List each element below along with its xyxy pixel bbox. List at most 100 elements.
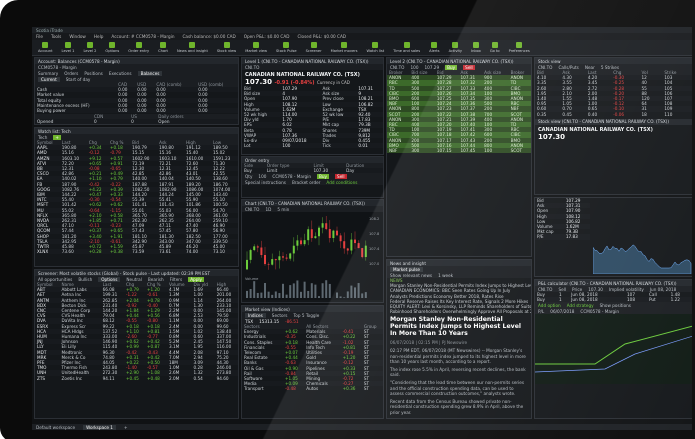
level2-buy-button[interactable]: Buy — [445, 64, 458, 70]
candlestick-chart[interactable]: 108.2 107.8 107.4 107.0 Volume — [242, 212, 383, 300]
toolbar-button-stock-pulse[interactable]: Stock Pulse — [276, 42, 297, 53]
options-filter-1[interactable]: Near — [585, 65, 595, 70]
toolbar-button-screener[interactable]: Screener — [306, 42, 322, 53]
level2-qty-input[interactable]: 100 — [410, 65, 418, 70]
tab-account-3[interactable]: Executions — [109, 71, 132, 76]
toolbar-button-activity[interactable]: Activity — [449, 42, 462, 53]
candle-body — [332, 230, 335, 239]
toolbar-button-news-and-insight[interactable]: News and insight — [177, 42, 208, 53]
tab-screener-3[interactable]: Neutral — [126, 277, 141, 282]
toolbar-button-options[interactable]: Options — [105, 42, 119, 53]
level2-symbol-input[interactable]: CNI.TO — [390, 65, 404, 70]
toolbar-button-market-movers[interactable]: Market movers — [331, 42, 358, 53]
tab-balance-1[interactable]: Start of day — [66, 77, 91, 82]
calc-field-4[interactable]: Jun 08, 2018 — [650, 287, 677, 292]
news-search-input[interactable]: Show relevant news — [390, 273, 432, 278]
toolbar-button-account[interactable]: Account — [38, 42, 53, 53]
table-row[interactable]: Transport -0.48 Autos +0.36 ST — [242, 386, 383, 391]
volume-bar — [246, 290, 248, 298]
tab-screener-0[interactable]: All opportunities — [38, 277, 72, 282]
chart-interval-select[interactable]: 5 min — [277, 207, 289, 212]
menu-item-0[interactable]: File — [36, 34, 43, 39]
calc-field-3[interactable]: Implied volatility — [609, 287, 644, 292]
toolbar-button-order-entry[interactable]: Order entry — [128, 42, 149, 53]
tab-market-pulse[interactable]: Market pulse — [390, 266, 423, 272]
toolbar-button-watch-list[interactable]: Watch list — [367, 42, 384, 53]
tab-screener-4[interactable]: Bearish — [148, 277, 164, 282]
toolbar-button-market-view[interactable]: Market view — [245, 42, 267, 53]
add-strategy-link[interactable]: Add strategy — [567, 303, 594, 308]
calc-field-2[interactable]: 107.30 — [588, 287, 603, 292]
stockview-price-chart[interactable] — [593, 198, 692, 274]
apply-button[interactable]: Apply — [188, 276, 205, 282]
tab-market-0[interactable]: Indices — [245, 312, 266, 318]
qty-input[interactable]: 100 — [258, 174, 266, 179]
add-workspace-icon[interactable]: + — [124, 425, 128, 430]
calc-symbol-input[interactable]: CNI.TO — [538, 287, 552, 292]
chart-symbol-input[interactable]: CNI.TO — [245, 207, 259, 212]
tab-workspace-1[interactable]: Workspace 1 — [83, 424, 116, 430]
toolbar-button-level-1[interactable]: Level 1 — [62, 42, 74, 53]
calc-field-0[interactable]: Sell — [558, 287, 566, 292]
tab-market-1[interactable]: Sectors — [272, 313, 288, 318]
table-row[interactable]: Buying power 0.00 0.00 0.00 0.00 — [35, 108, 238, 114]
news-headline-5[interactable]: Robinhood Shareholders Overwhelmingly Ap… — [387, 309, 531, 314]
toolbar-button-time-and-sales[interactable]: Time and sales — [393, 42, 420, 53]
menu-item-1[interactable]: Tools — [51, 34, 61, 39]
toolbar-button-go-to[interactable]: Go to — [490, 42, 500, 53]
tab-market-2[interactable]: Top 5 Toggle — [293, 313, 319, 318]
sell-button[interactable]: Sell — [335, 173, 347, 179]
options-filter-0[interactable]: Calls/Puts — [558, 65, 578, 70]
tab-screener-1[interactable]: Bullish — [78, 277, 92, 282]
show-positions-checkbox[interactable]: Show positions — [600, 303, 631, 308]
toolbar-button-level-2[interactable]: Level 2 — [83, 42, 96, 53]
volume-bar — [346, 291, 349, 298]
calc-date-input[interactable]: 06/07/2018 — [550, 309, 574, 314]
calc-account-select[interactable]: CCM0578 - Margin — [580, 309, 619, 314]
table-cell: 0.00 — [154, 108, 197, 114]
bracket-order-link[interactable]: Bracket order — [292, 180, 320, 185]
order-account-select[interactable]: CCM0578 - Margin — [272, 174, 311, 179]
table-cell: +0.28 — [86, 249, 108, 255]
toolbar-icon — [472, 42, 479, 48]
tab-account-2[interactable]: Positions — [84, 71, 103, 76]
news-headline-1[interactable]: CANADIAN ECONOMICS: BBC Seen Rates Going… — [387, 288, 531, 293]
level2-sell-button[interactable]: Sell — [463, 64, 475, 70]
toolbar-button-stock-view[interactable]: Stock view — [217, 42, 236, 53]
volume-bar — [289, 285, 292, 298]
buy-button[interactable]: Buy — [317, 173, 330, 179]
add-symbol-button[interactable]: + — [53, 134, 61, 140]
toolbar-button-preferences[interactable]: Preferences — [509, 42, 530, 53]
tab-screener-2[interactable]: Options — [98, 276, 121, 282]
table-row[interactable]: P/E 17.83 — [535, 234, 590, 240]
special-instructions-link[interactable]: Special instructions — [245, 180, 286, 185]
table-row[interactable]: NBF 300 107.15 107.45 100 SCOT — [387, 148, 531, 154]
tab-balance-0[interactable]: Current — [38, 76, 60, 82]
menu-item-3[interactable]: Help — [94, 34, 104, 39]
table-row[interactable]: 0.35 0.45 0.40 -0.06 18 110 — [535, 112, 692, 117]
level2-price-input[interactable]: 107.29 — [424, 65, 439, 70]
tab-account-1[interactable]: Orders — [64, 71, 78, 76]
panel-header: Chart (CNI.TO - CANADIAN NATIONAL RAILWA… — [242, 200, 383, 206]
table-row[interactable]: XLNX 73.60 +0.28 +0.38 73.59 73.61 74.00 73.10 — [35, 249, 238, 255]
tab-account-4[interactable]: Balances — [137, 70, 163, 76]
options-symbol-input[interactable]: CNI.TO — [538, 65, 552, 70]
y-axis-tick-label: 107.4 — [369, 247, 380, 251]
news-period-select[interactable]: 1 week — [438, 273, 453, 278]
tab-account-0[interactable]: Summary — [38, 71, 58, 76]
filters-button[interactable]: Filters — [170, 277, 183, 282]
add-conditions-link[interactable]: Add conditions — [326, 180, 357, 185]
toolbar-button-chart[interactable]: Chart — [158, 42, 168, 53]
table-cell: P/E — [535, 234, 564, 240]
calc-field-1[interactable]: Price — [572, 287, 582, 292]
table-row[interactable]: Lot 100 Tick 0.01 — [242, 143, 383, 149]
table-row[interactable]: ZTS Zoetis Inc 94.11 +0.45 +0.48 2.0M 0.54 94.6… — [35, 376, 238, 381]
add-option-link[interactable]: Add option — [538, 303, 561, 308]
workspace-select[interactable]: Default workspace — [36, 425, 75, 430]
toolbar-button-inbox[interactable]: Inbox — [471, 42, 481, 53]
options-filter-2[interactable]: 5 Strikes — [601, 65, 619, 70]
pl-payoff-chart[interactable] — [535, 314, 692, 385]
toolbar-button-alerts[interactable]: Alerts — [429, 42, 440, 53]
menu-item-2[interactable]: Window — [69, 34, 86, 39]
chart-range-select[interactable]: 1D — [265, 207, 271, 212]
